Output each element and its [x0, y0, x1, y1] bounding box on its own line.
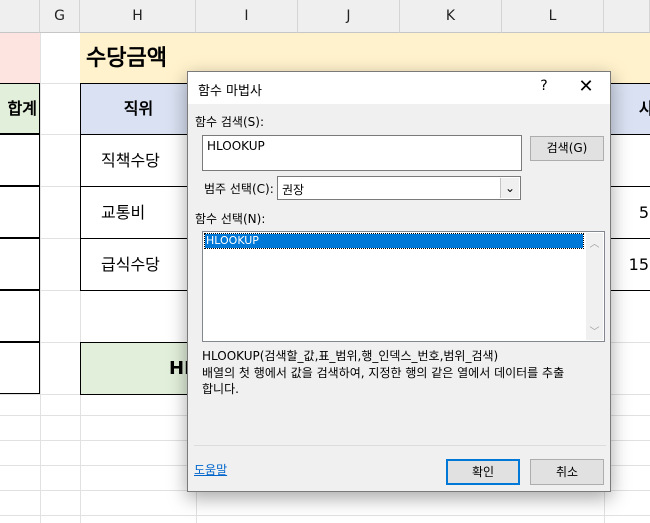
scroll-up-icon[interactable]: ︿	[586, 235, 603, 250]
gridline	[0, 515, 650, 516]
cell-position-header[interactable]: 직위	[80, 83, 197, 135]
ok-button[interactable]: 확인	[446, 459, 520, 485]
search-label: 함수 검색(S):	[195, 115, 264, 129]
sheet-title: 수당금액	[86, 46, 167, 71]
column-header-H[interactable]: H	[80, 0, 196, 33]
function-syntax: HLOOKUP(검색할_값,표_범위,행_인덱스_번호,범위_검색)	[202, 349, 499, 363]
dialog-title: 함수 마법사	[198, 84, 262, 99]
scroll-down-icon[interactable]: ﹀	[586, 323, 603, 338]
cell-total[interactable]	[0, 134, 40, 186]
column-header-J[interactable]: J	[298, 0, 400, 33]
function-list-item[interactable]: HLOOKUP	[204, 233, 584, 249]
help-icon[interactable]: ?	[534, 78, 554, 94]
search-button[interactable]: 검색(G)	[530, 136, 604, 161]
cell-total-header[interactable]: 합계	[0, 83, 40, 134]
category-label: 범주 선택(C):	[204, 182, 274, 196]
cell-pink-fill[interactable]	[0, 33, 40, 83]
category-value: 권장	[282, 183, 305, 197]
function-listbox[interactable]: HLOOKUP ︿ ﹀	[202, 231, 605, 342]
search-input[interactable]: HLOOKUP	[202, 135, 522, 171]
cell-row-label[interactable]: 급식수당	[80, 238, 197, 291]
gridline	[40, 33, 41, 523]
help-link[interactable]: 도움말	[194, 461, 227, 478]
column-header-L[interactable]: L	[502, 0, 604, 33]
scrollbar[interactable]: ︿ ﹀	[586, 233, 603, 340]
function-list-label: 함수 선택(N):	[195, 212, 266, 226]
cell-total[interactable]	[0, 186, 40, 238]
cell-row-label[interactable]: 직책수당	[80, 134, 197, 187]
cell-total[interactable]	[0, 342, 40, 394]
category-select[interactable]: 권장 ⌄	[277, 176, 521, 200]
cell-total[interactable]	[0, 238, 40, 290]
column-header-K[interactable]: K	[400, 0, 502, 33]
close-icon[interactable]: ✕	[574, 76, 598, 97]
cell-row-label[interactable]: 교통비	[80, 186, 197, 239]
cancel-button[interactable]: 취소	[530, 459, 604, 485]
function-description: 배열의 첫 행에서 값을 검색하여, 지정한 행의 같은 열에서 데이터를 추출…	[202, 366, 565, 396]
cell-bottom-label[interactable]: HI	[80, 342, 197, 395]
chevron-down-icon[interactable]: ⌄	[500, 178, 519, 198]
function-wizard-dialog: 함수 마법사 ? ✕ 함수 검색(S): HLOOKUP 검색(G) 범주 선택…	[187, 71, 611, 492]
column-header-M[interactable]	[604, 0, 650, 33]
column-header-F[interactable]	[0, 0, 40, 33]
column-header-I[interactable]: I	[196, 0, 298, 33]
divider	[194, 445, 606, 446]
cell-total[interactable]	[0, 290, 40, 342]
column-header-G[interactable]: G	[40, 0, 80, 33]
dialog-titlebar[interactable]: 함수 마법사 ? ✕	[188, 72, 610, 104]
